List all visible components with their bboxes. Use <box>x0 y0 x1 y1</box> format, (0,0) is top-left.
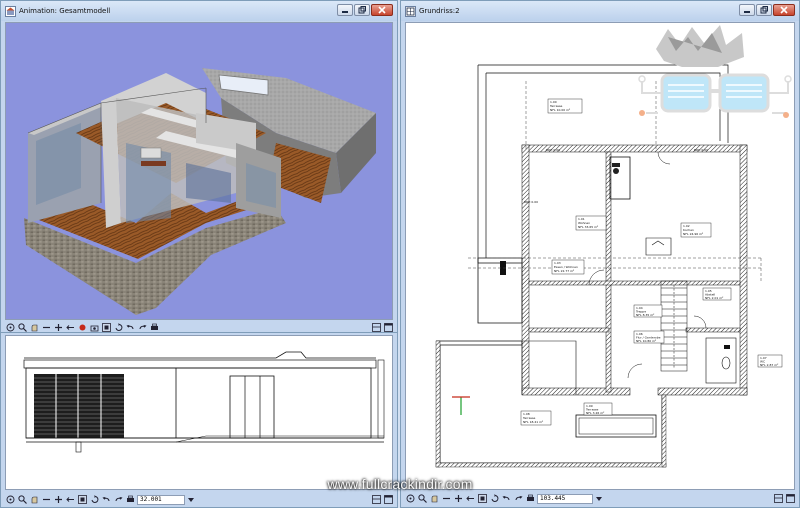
layout-icon[interactable] <box>371 323 381 333</box>
print-icon[interactable] <box>525 494 535 504</box>
elevation-viewport[interactable] <box>5 335 393 490</box>
elevation-drawing <box>23 351 385 453</box>
undo-icon[interactable] <box>125 323 135 333</box>
zoom-icon[interactable] <box>417 494 427 504</box>
dim-label: BRH 0.00 <box>694 148 708 152</box>
zoom-in-icon[interactable] <box>453 494 463 504</box>
close-button[interactable] <box>773 4 795 16</box>
close-button[interactable] <box>371 4 393 16</box>
svg-text:NFL 8.35 m²: NFL 8.35 m² <box>636 313 655 317</box>
scale-field[interactable]: 32.001 <box>137 494 185 505</box>
view-icon[interactable] <box>77 495 87 505</box>
window-icon[interactable] <box>383 495 393 505</box>
svg-text:NFL 33.65 m²: NFL 33.65 m² <box>578 225 599 229</box>
grundriss-titlebar[interactable]: Grundriss:2 <box>401 1 799 21</box>
print-icon[interactable] <box>149 323 159 333</box>
zoom-icon[interactable] <box>17 323 27 333</box>
restore-icon <box>760 6 768 14</box>
rotate-icon[interactable] <box>89 495 99 505</box>
rotate-icon[interactable] <box>489 494 499 504</box>
zoom-in-icon[interactable] <box>53 495 63 505</box>
zoom-out-icon[interactable] <box>41 323 51 333</box>
desktop: Animation: Gesamtmodell 32.001 Grundriss… <box>0 0 800 508</box>
move-icon[interactable] <box>465 494 475 504</box>
louvre-panels <box>34 374 124 438</box>
dim-label: BRH 0.00 <box>546 148 560 152</box>
staircase <box>660 280 688 372</box>
chevron-down-icon[interactable] <box>187 495 195 505</box>
restore-icon <box>358 6 366 14</box>
zoom-out-icon[interactable] <box>41 495 51 505</box>
redo-icon[interactable] <box>513 494 523 504</box>
window-icon[interactable] <box>383 323 393 333</box>
floor-plan: 1.00 Terrasse NFL 10.00 m² BRH 0.00 BRH … <box>435 25 792 468</box>
floor-plan-viewport[interactable]: 1.00 Terrasse NFL 10.00 m² BRH 0.00 BRH … <box>405 22 795 490</box>
3d-viewport[interactable] <box>5 22 393 320</box>
close-icon <box>378 6 386 14</box>
layout-icon[interactable] <box>371 495 381 505</box>
app-icon <box>405 5 416 17</box>
svg-text:NFL 3.26 m²: NFL 3.26 m² <box>586 411 605 415</box>
chevron-down-icon[interactable] <box>595 494 603 504</box>
3d-model <box>24 68 376 315</box>
zoom-icon[interactable] <box>17 495 27 505</box>
redo-icon[interactable] <box>113 495 123 505</box>
svg-text:NFL 22.77 m²: NFL 22.77 m² <box>554 269 575 273</box>
watermark-text: www.fullcrackindir.com <box>327 476 473 492</box>
dim-label: BRH 0.00 <box>524 200 538 204</box>
rotate-icon[interactable] <box>113 323 123 333</box>
print-icon[interactable] <box>125 495 135 505</box>
svg-text:NFL 10.80 m²: NFL 10.80 m² <box>636 339 657 343</box>
restore-button[interactable] <box>354 4 370 16</box>
room-label: NFL 10.00 m² <box>550 108 571 112</box>
scale-field[interactable]: 103.445 <box>537 493 593 504</box>
svg-text:NFL 24.96 m²: NFL 24.96 m² <box>683 232 704 236</box>
pan-icon[interactable] <box>429 494 439 504</box>
elevation-toolbar: 32.001 <box>5 493 393 506</box>
window-title: Grundriss:2 <box>419 7 460 15</box>
camera-icon[interactable] <box>89 323 99 333</box>
record-icon[interactable] <box>77 323 87 333</box>
animation-titlebar[interactable]: Animation: Gesamtmodell <box>1 1 397 21</box>
move-icon[interactable] <box>65 495 75 505</box>
window-icon[interactable] <box>785 494 795 504</box>
minimize-icon <box>744 11 750 13</box>
move-icon[interactable] <box>65 323 75 333</box>
zoom-out-icon[interactable] <box>441 494 451 504</box>
window-title: Animation: Gesamtmodell <box>19 7 111 15</box>
orbit-icon[interactable] <box>5 495 15 505</box>
pan-icon[interactable] <box>29 323 39 333</box>
minimize-button[interactable] <box>739 4 755 16</box>
undo-icon[interactable] <box>101 495 111 505</box>
orbit-icon[interactable] <box>5 323 15 333</box>
orbit-icon[interactable] <box>405 494 415 504</box>
view-icon[interactable] <box>101 323 111 333</box>
layout-icon[interactable] <box>773 494 783 504</box>
lower-terrace <box>435 340 667 468</box>
logo-image <box>638 25 792 118</box>
redo-icon[interactable] <box>137 323 147 333</box>
svg-text:NFL 18.41 m²: NFL 18.41 m² <box>523 420 544 424</box>
zoom-in-icon[interactable] <box>53 323 63 333</box>
close-icon <box>780 6 788 14</box>
grundriss-window: Grundriss:2 1.00 Terrasse NFL 10.00 m² B… <box>400 0 800 508</box>
svg-text:NFL 2.01 m²: NFL 2.01 m² <box>705 296 724 300</box>
app-icon <box>5 5 16 17</box>
svg-text:NFL 2.87 m²: NFL 2.87 m² <box>760 363 779 367</box>
view-icon[interactable] <box>477 494 487 504</box>
minimize-icon <box>342 11 348 13</box>
undo-icon[interactable] <box>501 494 511 504</box>
minimize-button[interactable] <box>337 4 353 16</box>
grundriss-toolbar: 103.445 <box>405 492 795 505</box>
pan-icon[interactable] <box>29 495 39 505</box>
restore-button[interactable] <box>756 4 772 16</box>
animation-window: Animation: Gesamtmodell <box>0 0 398 334</box>
